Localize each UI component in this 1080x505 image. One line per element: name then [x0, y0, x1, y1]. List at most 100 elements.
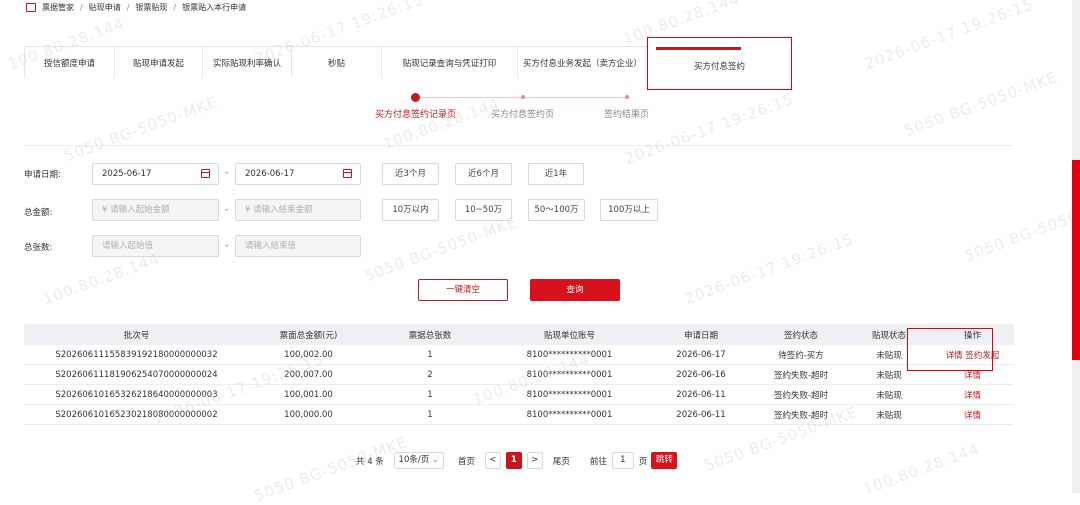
breadcrumb-item-1[interactable]: 票据管家 [42, 2, 74, 13]
home-icon [26, 3, 36, 12]
jump-button[interactable]: 跳转 [651, 452, 678, 469]
step-connector [500, 97, 630, 98]
account-number: 8100**********0001 [492, 404, 647, 425]
quick-6-months-button[interactable]: 近6个月 [455, 163, 512, 185]
tab-instant-discount[interactable]: 秒贴 [291, 46, 381, 78]
last-page-button[interactable]: 尾页 [553, 455, 570, 467]
row-actions: 详情 签约发起 [931, 345, 1014, 365]
bill-count: 1 [368, 384, 492, 405]
watermark: 5050 BG-5050-MKE [901, 67, 1061, 141]
account-number: 8100**********0001 [492, 345, 647, 365]
amount-end-input[interactable]: ¥ 请输入结束金额 [235, 199, 361, 221]
page: 票据管家 / 贴现申请 / 银票贴现 / 银票贴入本行申请 授信额度申请 贴现申… [0, 0, 1080, 505]
breadcrumb-item-4: 银票贴入本行申请 [182, 3, 247, 12]
query-button[interactable]: 查询 [530, 279, 620, 301]
clear-button[interactable]: 一键清空 [418, 279, 508, 301]
tab-discount-apply[interactable]: 贴现申请发起 [114, 46, 202, 78]
end-date-value: 2026-06-17 [245, 169, 295, 179]
page-size-select[interactable]: 10条/页 ⌄ [393, 452, 444, 469]
breadcrumb-item-3[interactable]: 银票贴现 [135, 2, 167, 13]
goto-page-input[interactable]: 1 [611, 452, 634, 469]
discount-status: 未贴现 [847, 384, 931, 405]
watermark: 5050 BG-5050-MKE [361, 212, 521, 286]
discount-status: 未贴现 [847, 404, 931, 425]
sign-status: 签约失败-超时 [755, 384, 847, 405]
step-indicator: 买方付息签约记录页 买方付息签约页 签约结果页 [360, 92, 660, 122]
bill-count: 1 [368, 404, 492, 425]
calendar-icon[interactable] [201, 169, 210, 178]
count-filter-label: 总张数: [24, 243, 53, 253]
total-amount: 100,000.00 [249, 404, 368, 425]
next-page-button[interactable]: > [526, 452, 543, 469]
quick-500k-1m-button[interactable]: 50～100万 [528, 199, 585, 221]
chevron-right-icon: > [531, 455, 539, 465]
table-row: S20260611181906254070000000024 200,007.0… [24, 364, 1014, 385]
detail-link[interactable]: 详情 [964, 411, 981, 421]
watermark: 5050 BG-5050-MKE [961, 192, 1080, 266]
breadcrumb-separator: / [126, 3, 130, 12]
breadcrumb-item-2[interactable]: 贴现申请 [89, 2, 121, 13]
end-date-input[interactable]: 2026-06-17 [235, 163, 361, 185]
quick-3-months-button[interactable]: 近3个月 [382, 163, 439, 185]
detail-link[interactable]: 详情 [964, 391, 981, 401]
chevron-left-icon: < [489, 455, 497, 465]
tab-rate-confirm[interactable]: 实际贴现利率确认 [202, 46, 291, 78]
tab-buyer-pay-initiate[interactable]: 买方付息业务发起（卖方企业） [517, 46, 647, 78]
discount-status: 未贴现 [847, 345, 931, 365]
column-header: 签约状态 [755, 324, 847, 345]
detail-link[interactable]: 详情 [964, 371, 981, 381]
calendar-icon[interactable] [343, 169, 352, 178]
sign-status: 签约失败-超时 [755, 364, 847, 385]
apply-date: 2026-06-17 [647, 345, 755, 365]
tab-records-print[interactable]: 贴现记录查询与凭证打印 [381, 46, 517, 78]
row-actions: 详情 [931, 404, 1014, 425]
page-size-value: 10条/页 [398, 455, 430, 465]
tab-credit-limit[interactable]: 授信额度申请 [24, 46, 114, 78]
scrollbar-thumb[interactable] [1072, 160, 1080, 360]
total-amount: 100,001.00 [249, 384, 368, 405]
initiate-sign-link[interactable]: 签约发起 [965, 351, 999, 361]
amount-filter-label: 总金额: [24, 208, 53, 218]
total-amount: 200,007.00 [249, 364, 368, 385]
row-actions: 详情 [931, 364, 1014, 385]
count-end-input[interactable]: 请输入结束值 [235, 235, 361, 257]
column-header: 批次号 [24, 324, 249, 345]
table-row: S20260610165230218080000000002 100,000.0… [24, 404, 1014, 425]
watermark: 2026-06-17 19:26:15 [862, 0, 1037, 73]
sign-status: 签约失败-超时 [755, 404, 847, 425]
start-date-input[interactable]: 2025-06-17 [92, 163, 219, 185]
step-sign-page: 买方付息签约页 [491, 110, 555, 120]
table-header-row: 批次号 票面总金额(元) 票据总张数 贴现单位账号 申请日期 签约状态 贴现状态… [24, 324, 1014, 345]
quick-under-100k-button[interactable]: 10万以内 [382, 199, 439, 221]
watermark: 2026-06-17 19:26:15 [682, 230, 857, 308]
account-number: 8100**********0001 [492, 384, 647, 405]
step-dot [521, 95, 525, 99]
first-page-button[interactable]: 首页 [458, 455, 475, 467]
goto-label: 前往 [589, 456, 607, 467]
count-start-input[interactable]: 请输入起始值 [92, 235, 219, 257]
discount-status: 未贴现 [847, 364, 931, 385]
apply-date: 2026-06-16 [647, 364, 755, 385]
chevron-down-icon: ⌄ [431, 455, 440, 465]
account-number: 8100**********0001 [492, 364, 647, 385]
row-actions: 详情 [931, 384, 1014, 405]
page-number-button[interactable]: 1 [505, 452, 522, 469]
pagination: 共 4 条 10条/页 ⌄ 首页 < 1 > 尾页 前往 1 页 跳转 [356, 452, 678, 469]
amount-start-input[interactable]: ¥ 请输入起始金额 [92, 199, 219, 221]
batch-number: S20260610165326218640000000003 [24, 384, 249, 405]
watermark: 5050 BG-5050-MKE [61, 92, 221, 166]
quick-100k-500k-button[interactable]: 10~50万 [455, 199, 512, 221]
quick-1-year-button[interactable]: 近1年 [528, 163, 584, 185]
quick-over-1m-button[interactable]: 100万以上 [600, 199, 658, 221]
detail-link[interactable]: 详情 [946, 351, 963, 361]
step-dot-active [411, 93, 420, 102]
prev-page-button[interactable]: < [484, 452, 501, 469]
bill-count: 2 [368, 364, 492, 385]
watermark: 100.80.28.144 [40, 249, 163, 309]
page-unit-label: 页 [638, 456, 648, 467]
column-header: 申请日期 [647, 324, 755, 345]
apply-date: 2026-06-11 [647, 384, 755, 405]
tab-bar: 授信额度申请 贴现申请发起 实际贴现利率确认 秒贴 贴现记录查询与凭证打印 买方… [24, 37, 792, 90]
tab-buyer-pay-sign[interactable]: 买方付息签约 [647, 37, 792, 90]
divider [24, 145, 1014, 146]
